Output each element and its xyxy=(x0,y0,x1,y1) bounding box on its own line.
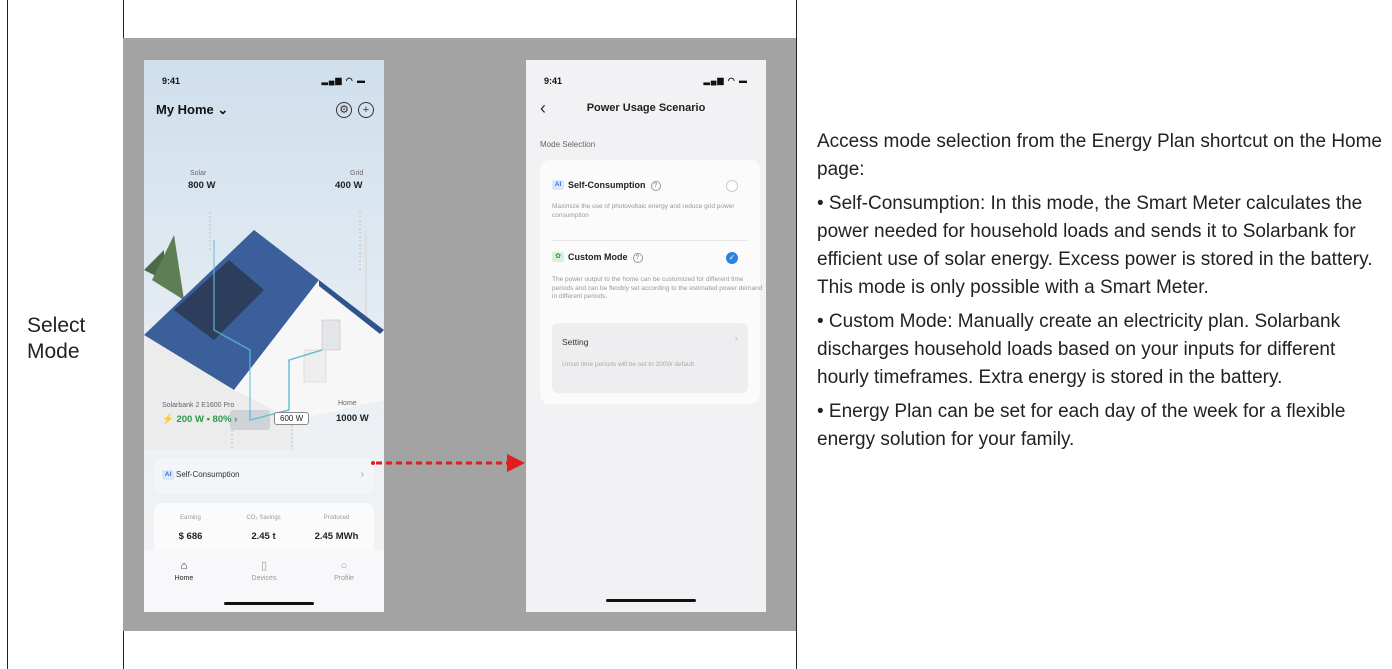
description-bullet-energy-plan: • Energy Plan can be set for each day of… xyxy=(817,401,1346,450)
description: Access mode selection from the Energy Pl… xyxy=(817,128,1387,460)
description-intro: Access mode selection from the Energy Pl… xyxy=(817,131,1382,180)
description-bullet-custom-mode: • Custom Mode: Manually create an electr… xyxy=(817,311,1341,388)
description-bullet-self-consumption: • Self-Consumption: In this mode, the Sm… xyxy=(817,193,1373,298)
